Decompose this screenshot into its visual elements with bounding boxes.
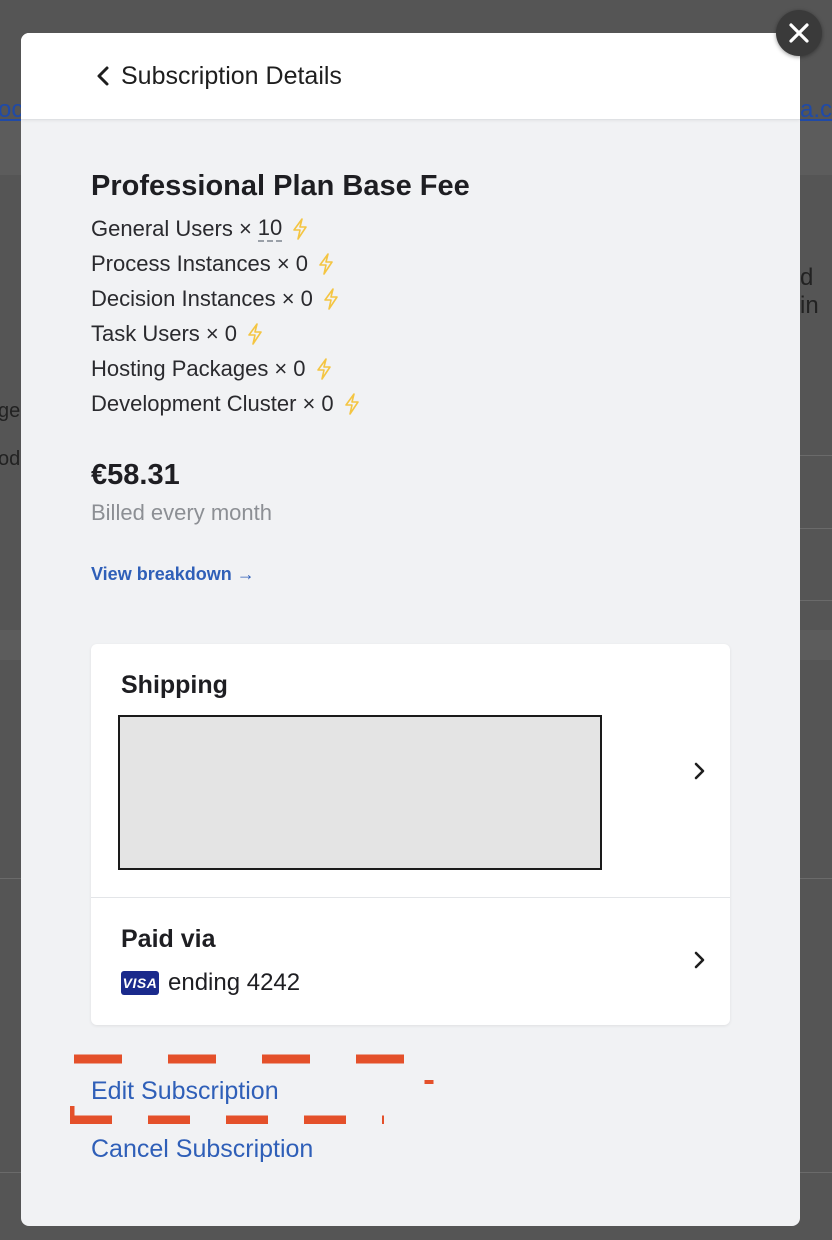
background-divider (800, 455, 832, 456)
quantity-editable[interactable]: 10 (257, 215, 283, 242)
close-button[interactable] (776, 10, 822, 56)
view-breakdown-link[interactable]: View breakdown → (91, 564, 255, 585)
price-total: €58.31 (91, 459, 180, 491)
back-button[interactable]: Subscription Details (93, 62, 342, 91)
edit-subscription-link[interactable]: Edit Subscription (91, 1077, 279, 1106)
line-item-label: Process Instances × (91, 251, 290, 276)
background-text-fragment: d in (800, 264, 819, 319)
line-item: Hosting Packages × 0 (91, 351, 800, 386)
redacted-address (118, 715, 602, 870)
background-link-fragment: a.co (800, 96, 832, 123)
chevron-right-icon (694, 762, 705, 780)
modal-content: Professional Plan Base Fee General Users… (21, 170, 800, 585)
line-items-list: General Users × 10 Process Instances × 0… (91, 211, 800, 421)
payment-section[interactable]: Paid via VISA ending 4242 (91, 898, 730, 1025)
close-icon (789, 23, 809, 43)
line-item-label: General Users × (91, 216, 252, 241)
line-item-quantity: 0 (300, 286, 313, 311)
line-item-label: Hosting Packages × (91, 356, 288, 381)
line-item-quantity: 0 (293, 356, 306, 381)
line-item: Process Instances × 0 (91, 246, 800, 281)
background-text-fragment: od (0, 448, 21, 470)
background-divider (800, 528, 832, 529)
shipping-section[interactable]: Shipping (91, 644, 730, 898)
card-ending-text: ending 4242 (168, 969, 301, 996)
line-item-quantity: 0 (321, 391, 334, 416)
line-item-label: Development Cluster × (91, 391, 316, 416)
payment-title: Paid via (121, 925, 216, 953)
visa-card-icon: VISA (121, 971, 159, 995)
lightning-icon (293, 217, 308, 240)
line-item: Decision Instances × 0 (91, 281, 800, 316)
billing-period: Billed every month (91, 500, 272, 525)
modal-title: Subscription Details (121, 61, 342, 90)
lightning-icon (248, 322, 262, 345)
lightning-icon (319, 252, 333, 275)
payment-method: VISA ending 4242 (121, 969, 300, 997)
lightning-icon (324, 287, 338, 310)
modal-header: Subscription Details (21, 33, 800, 120)
background-text-fragment: ge (0, 400, 21, 422)
line-item: Development Cluster × 0 (91, 386, 800, 421)
lightning-icon (344, 392, 359, 415)
line-item-quantity: 0 (224, 321, 238, 346)
background-divider (800, 600, 832, 601)
line-item-quantity: 0 (295, 251, 308, 276)
line-item: General Users × 10 (91, 211, 800, 246)
line-item-label: Task Users × (91, 321, 219, 346)
cancel-subscription-link[interactable]: Cancel Subscription (91, 1135, 313, 1164)
background-link-fragment: oc (0, 96, 24, 123)
details-card: Shipping Paid via VISA ending 4242 (91, 644, 730, 1025)
chevron-right-icon (694, 951, 705, 969)
subscription-details-modal: Subscription Details Professional Plan B… (21, 33, 800, 1226)
line-item-label: Decision Instances × (91, 286, 295, 311)
shipping-title: Shipping (121, 671, 228, 699)
plan-title: Professional Plan Base Fee (91, 170, 470, 202)
chevron-left-icon (97, 66, 109, 86)
lightning-icon (316, 357, 331, 380)
line-item: Task Users × 0 (91, 316, 800, 351)
